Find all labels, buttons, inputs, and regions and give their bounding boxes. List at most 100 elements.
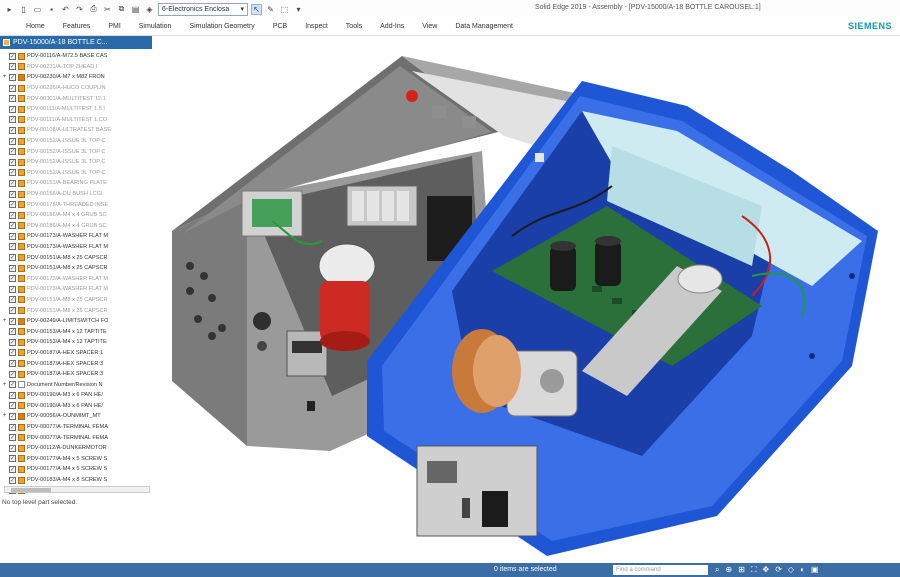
pathfinder-header[interactable]: PDV-15000/A-18 BOTTLE C... [0, 36, 152, 49]
tree-item[interactable]: ✓ PDV-00077/A-TERMINAL FEMA [0, 422, 152, 433]
visibility-checkbox[interactable]: ✓ [9, 73, 16, 81]
tree-item[interactable]: ✓ PDV-00183/A-M4 x 8 SCREW S [0, 475, 152, 486]
visibility-checkbox[interactable]: ✓ [9, 455, 16, 463]
tree-item[interactable]: ✓ PDV-00156/A-DU BUSH LCGI [0, 189, 152, 200]
customize-dropdown-icon[interactable]: ▾ [293, 4, 304, 15]
visibility-checkbox[interactable]: ✓ [9, 211, 16, 219]
tree-item[interactable]: ✓ PDV-00111/A-MULTITEST 1.5 I [0, 104, 152, 115]
command-finder-input[interactable]: Find a command [613, 565, 708, 575]
visibility-checkbox[interactable]: ✓ [9, 158, 16, 166]
visibility-checkbox[interactable]: ✓ [9, 307, 16, 315]
visibility-checkbox[interactable]: ✓ [9, 370, 16, 378]
tree-item[interactable]: ✓ PDV-00153/A-M4 x 12 TAPTITE [0, 326, 152, 337]
scrollbar-thumb[interactable] [11, 488, 51, 492]
document-combo[interactable]: 6-Electronics Enclosa ▾ [158, 2, 248, 16]
tree-item[interactable]: ✓ PDV-00173/A-WASHER FLAT M [0, 273, 152, 284]
tab-add-ins[interactable]: Add-Ins [371, 23, 413, 30]
tree-item[interactable]: ✓ PDV-00231/A-TOP 2HEAD I [0, 62, 152, 73]
tree-item[interactable]: ✓ PDV-00151/A-M8 x 25 CAPSCR [0, 263, 152, 274]
view-orient-icon[interactable]: ◇ [788, 565, 794, 575]
view-tool-icon[interactable]: ⬚ [279, 4, 290, 15]
select-tool-icon[interactable]: ↖ [251, 3, 262, 15]
tab-view[interactable]: View [413, 23, 446, 30]
copy-icon[interactable]: ⧉ [116, 4, 127, 15]
open-file-icon[interactable]: ▭ [32, 4, 43, 15]
app-menu-icon[interactable]: ▸ [4, 4, 15, 15]
visibility-checkbox[interactable]: ✓ [9, 169, 16, 177]
tree-item[interactable]: ✓ PDV-00301/A-MULTITEST 12.1 [0, 93, 152, 104]
tree-item[interactable]: ✓ PDV-00111/A-MULTITEST 1.CO [0, 115, 152, 126]
visibility-checkbox[interactable]: ✓ [9, 243, 16, 251]
tree-item[interactable]: + ✓ Document Number/Revision N [0, 379, 152, 390]
tree-item[interactable]: ✓ PDV-00151/A-M8 x 25 CAPSCR [0, 252, 152, 263]
tab-tools[interactable]: Tools [337, 23, 371, 30]
visibility-checkbox[interactable]: ✓ [9, 412, 16, 420]
tree-item[interactable]: ✓ PDV-00152/A-ISSUE 3L TOP C [0, 146, 152, 157]
tab-pcb[interactable]: PCB [264, 23, 296, 30]
tree-item[interactable]: ✓ PDV-00187/A-HEX SPACER:1 [0, 348, 152, 359]
visibility-checkbox[interactable]: ✓ [9, 116, 16, 124]
layer-icon[interactable]: ◈ [144, 4, 155, 15]
visibility-checkbox[interactable]: ✓ [9, 126, 16, 134]
visibility-checkbox[interactable]: ✓ [9, 296, 16, 304]
zoom-area-icon[interactable]: ⊞ [738, 565, 745, 575]
undo-icon[interactable]: ↶ [60, 4, 71, 15]
tab-features[interactable]: Features [54, 23, 100, 30]
paste-icon[interactable]: ▤ [130, 4, 141, 15]
tab-home[interactable]: Home [0, 23, 54, 30]
tab-pmi[interactable]: PMI [99, 23, 129, 30]
redo-icon[interactable]: ↷ [74, 4, 85, 15]
visibility-checkbox[interactable]: ✓ [9, 444, 16, 452]
tree-item[interactable]: ✓ PDV-00116/A-M72.5 BASE CAS [0, 51, 152, 62]
tree-item[interactable]: ✓ PDV-00177/A-M4 x 5 SCREW S [0, 454, 152, 465]
tree-item[interactable]: ✓ PDV-00186/A-M4 x 4 GRUB SC [0, 210, 152, 221]
visibility-checkbox[interactable]: ✓ [9, 465, 16, 473]
new-file-icon[interactable]: ▯ [18, 4, 29, 15]
tree-item[interactable]: ✓ PDV-00108/A-ULTRATEST BASE [0, 125, 152, 136]
tab-data-management[interactable]: Data Management [446, 23, 522, 30]
visibility-checkbox[interactable]: ✓ [9, 275, 16, 283]
visibility-checkbox[interactable]: ✓ [9, 476, 16, 484]
expand-icon[interactable]: + [0, 318, 9, 324]
visibility-checkbox[interactable]: ✓ [9, 434, 16, 442]
tree-item[interactable]: ✓ PDV-00178/A-THREADED INSE [0, 199, 152, 210]
tree-item[interactable]: ✓ PDV-00177/A-M4 x 5 SCREW S [0, 464, 152, 475]
display-icon[interactable]: ▣ [811, 565, 819, 575]
tree-item[interactable]: + ✓ PDV-00230/A-M7 x M82 FRON [0, 72, 152, 83]
graphics-viewport[interactable] [152, 36, 900, 563]
visibility-checkbox[interactable]: ✓ [9, 381, 16, 389]
shading-icon[interactable]: ◐ [800, 565, 805, 575]
expand-icon[interactable]: + [0, 413, 9, 419]
fit-icon[interactable]: ⛶ [751, 565, 757, 575]
tree-item[interactable]: ✓ PDV-00186/A-M4 x 4 GRUB SC [0, 221, 152, 232]
tree-item[interactable]: ✓ PDV-00151/A-BEARING PLATE [0, 178, 152, 189]
tree-item[interactable]: ✓ PDV-00151/A-M8 x 25 CAPSCR [0, 305, 152, 316]
tree-item[interactable]: ✓ PDV-00173/A-WASHER FLAT M [0, 231, 152, 242]
tree-item[interactable]: ✓ PDV-00173/A-WASHER FLAT M [0, 242, 152, 253]
visibility-checkbox[interactable]: ✓ [9, 391, 16, 399]
visibility-checkbox[interactable]: ✓ [9, 201, 16, 209]
tab-simulation[interactable]: Simulation [130, 23, 181, 30]
visibility-checkbox[interactable]: ✓ [9, 148, 16, 156]
rotate-icon[interactable]: ⟳ [775, 565, 782, 575]
tree-item[interactable]: ✓ PDV-00190/A-M3 x 6 PAN HE/ [0, 390, 152, 401]
print-icon[interactable]: ⎙ [88, 4, 99, 15]
tree-item[interactable]: ✓ PDV-00173/A-WASHER FLAT M [0, 284, 152, 295]
expand-icon[interactable]: + [0, 382, 9, 388]
tree-item[interactable]: + ✓ PDV-00249/A-LIMITSWITCH FO [0, 316, 152, 327]
visibility-checkbox[interactable]: ✓ [9, 264, 16, 272]
visibility-checkbox[interactable]: ✓ [9, 232, 16, 240]
visibility-checkbox[interactable]: ✓ [9, 317, 16, 325]
visibility-checkbox[interactable]: ✓ [9, 105, 16, 113]
tree-item[interactable]: ✓ PDV-00151/A-M8 x 25 CAPSCR [0, 295, 152, 306]
tree-item[interactable]: ✓ PDV-00077/A-TERMINAL FEMA [0, 432, 152, 443]
visibility-checkbox[interactable]: ✓ [9, 254, 16, 262]
tab-simulation-geometry[interactable]: Simulation Geometry [180, 23, 263, 30]
save-icon[interactable]: ▪ [46, 4, 57, 15]
visibility-checkbox[interactable]: ✓ [9, 285, 16, 293]
visibility-checkbox[interactable]: ✓ [9, 328, 16, 336]
visibility-checkbox[interactable]: ✓ [9, 222, 16, 230]
tree-item[interactable]: ✓ PDV-00152/A-ISSUE 3L TOP C [0, 168, 152, 179]
tree-horizontal-scrollbar[interactable] [4, 486, 150, 493]
visibility-checkbox[interactable]: ✓ [9, 137, 16, 145]
